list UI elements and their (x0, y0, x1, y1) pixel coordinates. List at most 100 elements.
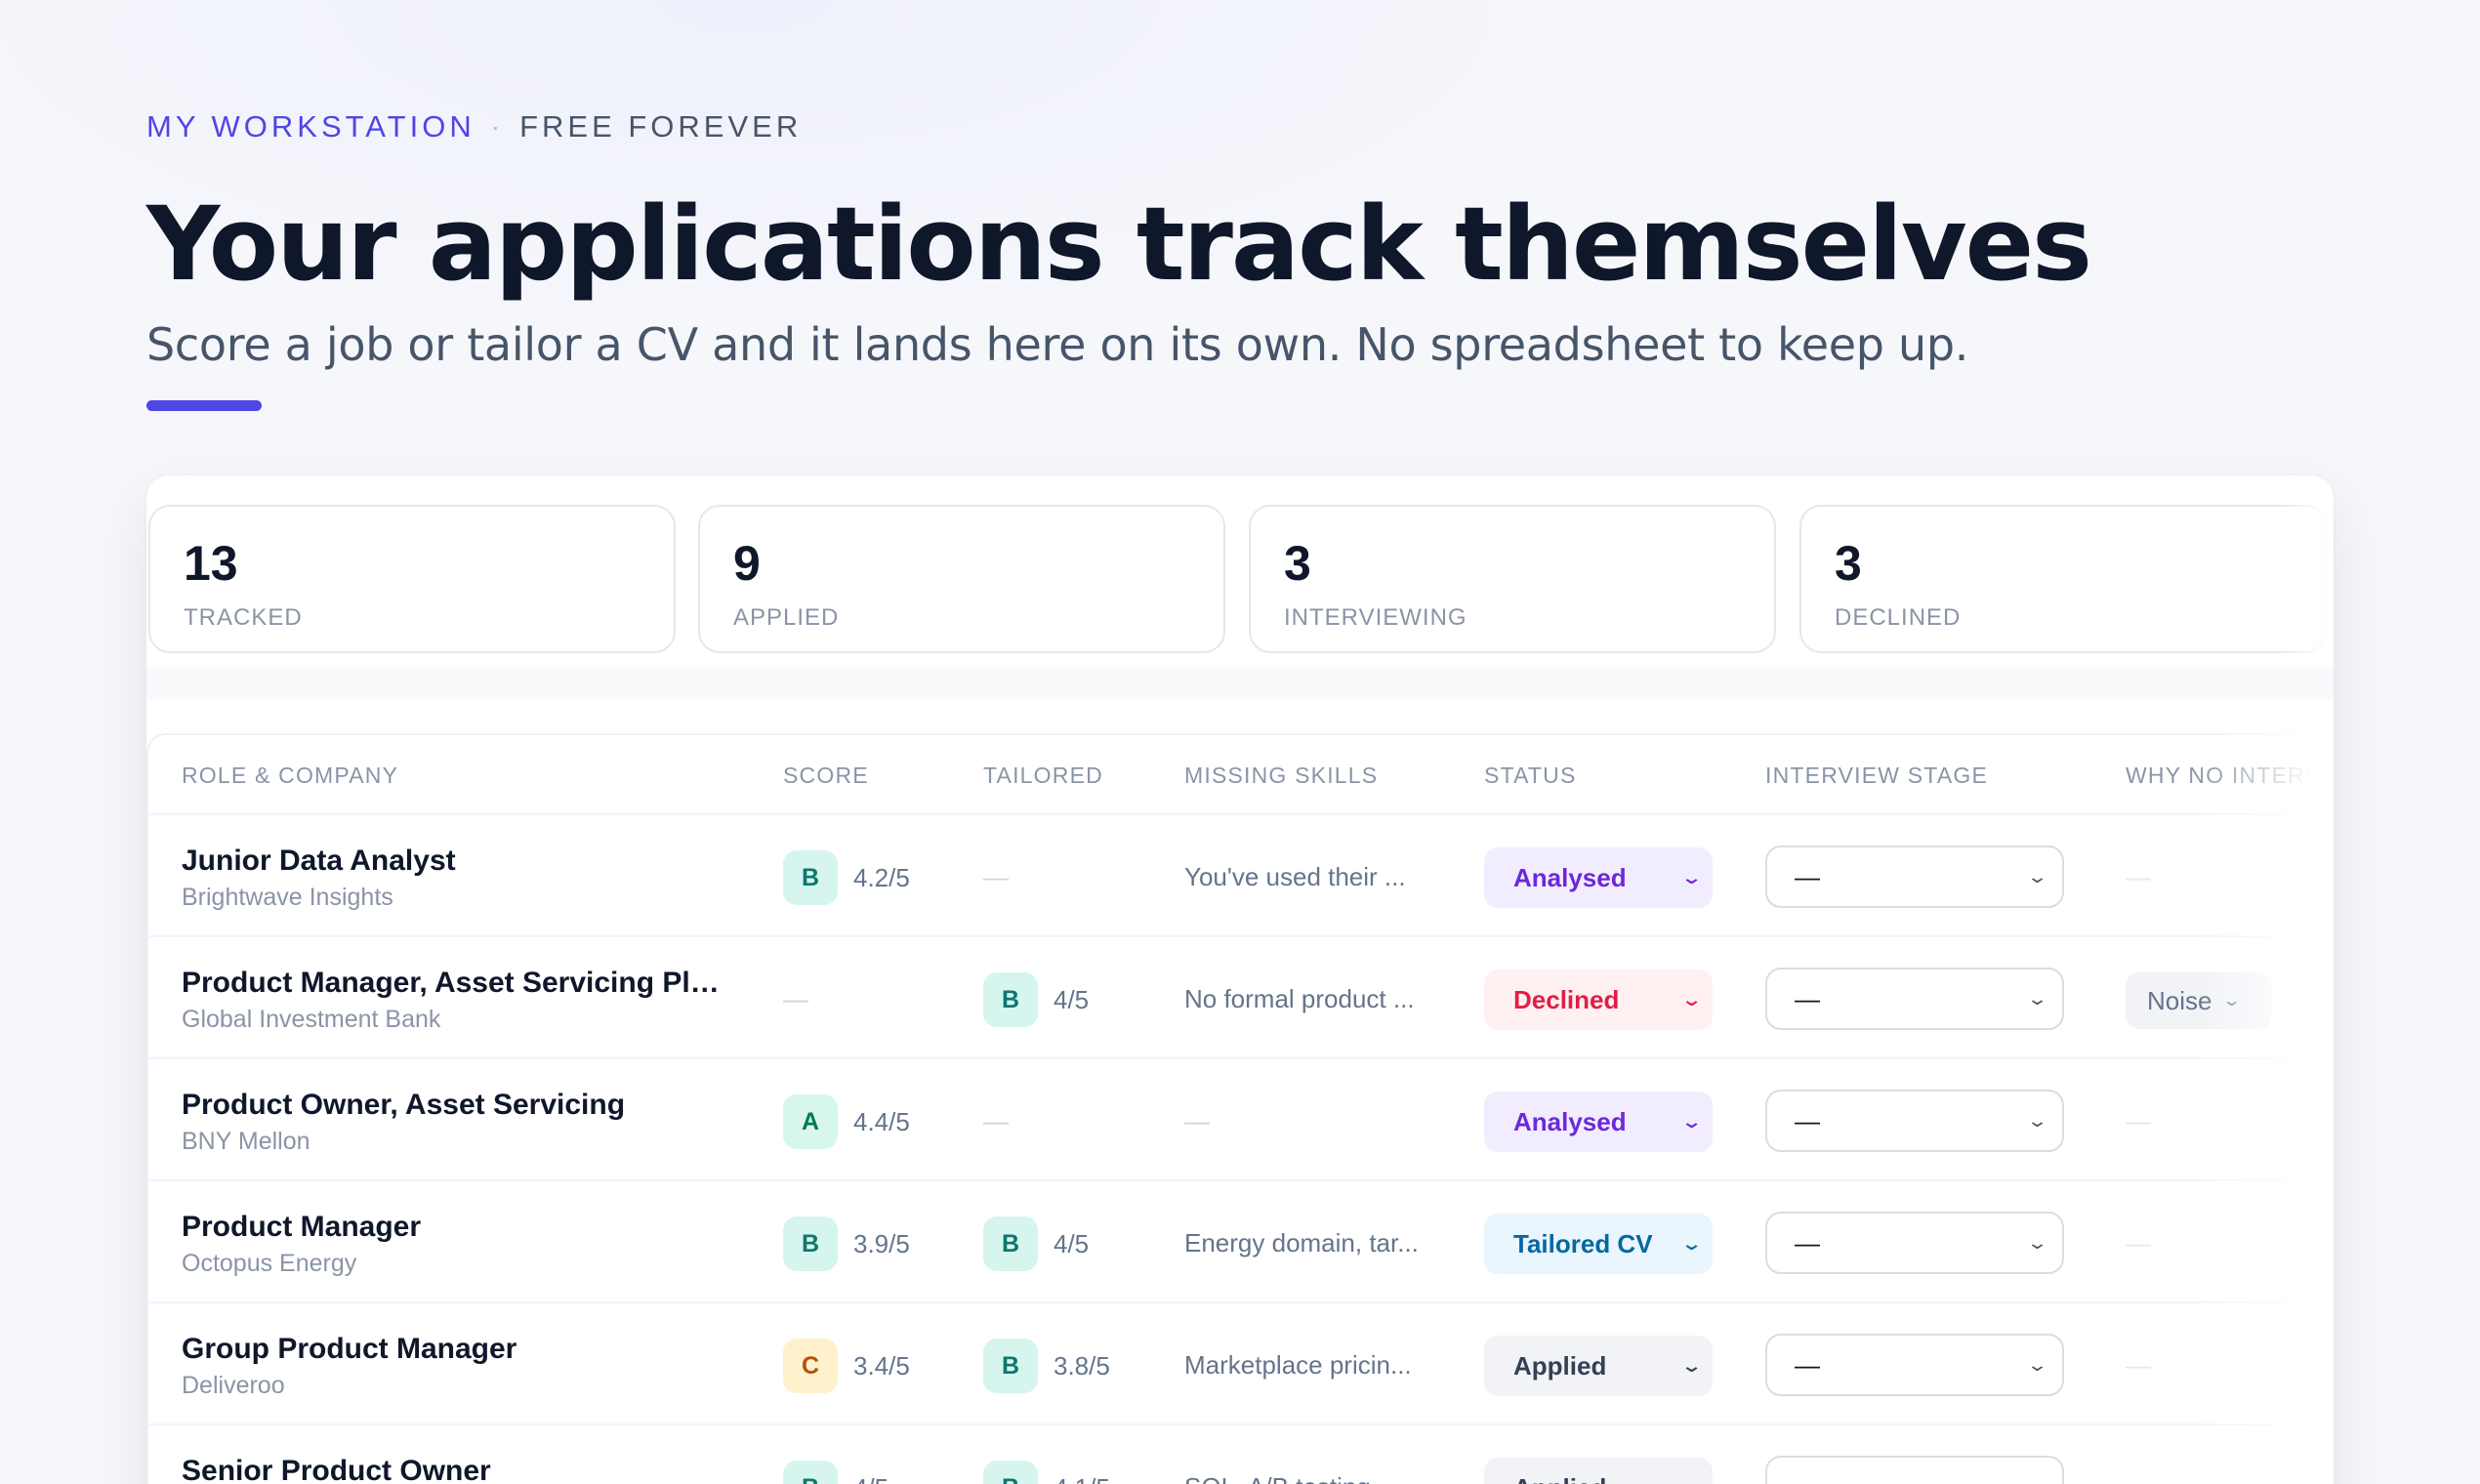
interview-stage-select[interactable]: —⌄ (1765, 968, 2064, 1030)
applications-table: ROLE & COMPANY SCORE TAILORED MISSING SK… (146, 733, 2334, 1484)
stat-label: APPLIED (733, 604, 840, 631)
stat-value: 9 (733, 536, 761, 591)
why-no-interview-empty: — (2126, 862, 2151, 891)
status-dropdown[interactable]: Declined ⌄ (1484, 969, 1713, 1030)
chevron-down-icon: ⌄ (1680, 1478, 1703, 1484)
header-role[interactable]: ROLE & COMPANY (182, 763, 398, 789)
stat-value: 3 (1835, 536, 1862, 591)
score-value: 4.2/5 (853, 862, 910, 892)
score-value: 4/5 (853, 1473, 889, 1484)
status-dropdown[interactable]: Applied ⌄ (1484, 1458, 1713, 1484)
tailored-value: 4/5 (1054, 1228, 1090, 1258)
table-row[interactable]: Product Owner, Asset Servicing BNY Mellon… (146, 1059, 2334, 1181)
table-row[interactable]: Group Product Manager Deliveroo C 3.4/5 B 3.8… (146, 1303, 2334, 1425)
role-cell[interactable]: Senior Product Owner (182, 1455, 728, 1484)
status-dropdown[interactable]: Tailored CV ⌄ (1484, 1214, 1713, 1274)
tailored-grade-badge: B (983, 1216, 1038, 1271)
missing-skills: Marketplace pricin... (1184, 1350, 1412, 1380)
header-score[interactable]: SCORE (783, 763, 869, 789)
company-name: Global Investment Bank (182, 1006, 441, 1033)
chevron-down-icon: ⌄ (2026, 1354, 2048, 1375)
eyebrow-separator: · (490, 111, 505, 142)
table-row[interactable]: Senior Product Owner B 4/5 B 4.1/5 SQL, A/B t… (146, 1425, 2334, 1484)
status-label: Applied (1513, 1473, 1606, 1484)
interview-stage-value: — (1795, 1349, 1820, 1380)
interview-stage-select[interactable]: —⌄ (1765, 1212, 2064, 1274)
score-value: 4.4/5 (853, 1106, 910, 1136)
role-title[interactable]: Product Owner, Asset Servicing (182, 1089, 728, 1122)
interview-stage-value: — (1795, 983, 1820, 1013)
role-title[interactable]: Junior Data Analyst (182, 845, 728, 878)
company-name: Deliveroo (182, 1372, 285, 1399)
status-label: Applied (1513, 1350, 1607, 1381)
header-interview-stage[interactable]: INTERVIEW STAGE (1765, 763, 1988, 789)
chevron-down-icon: ⌄ (2026, 988, 2048, 1009)
company-name: Octopus Energy (182, 1250, 357, 1277)
stat-value: 13 (184, 536, 238, 591)
why-no-interview-empty: — (2126, 1472, 2151, 1484)
role-title[interactable]: Senior Product Owner (182, 1455, 728, 1484)
status-label: Analysed (1513, 1106, 1627, 1136)
score-grade-badge: B (783, 1216, 838, 1271)
score-cell: B 3.9/5 (783, 1216, 910, 1271)
stat-card-applied: 9 APPLIED (698, 505, 1225, 653)
header-tailored[interactable]: TAILORED (983, 763, 1103, 789)
missing-skills: SQL, A/B testing (1184, 1472, 1371, 1484)
company-name: Brightwave Insights (182, 884, 393, 911)
interview-stage-select[interactable]: —⌄ (1765, 1090, 2064, 1152)
stats-fade (2275, 505, 2334, 653)
eyebrow-secondary: FREE FOREVER (519, 109, 803, 144)
role-cell[interactable]: Junior Data Analyst Brightwave Insights (182, 845, 728, 912)
missing-skills: You've used their ... (1184, 862, 1406, 891)
score-cell: B 4/5 (783, 1461, 889, 1484)
role-title[interactable]: Group Product Manager (182, 1333, 728, 1366)
why-no-interview-empty: — (2126, 1350, 2151, 1380)
tailored-empty: — (983, 1106, 1009, 1135)
stat-card-tracked: 13 TRACKED (148, 505, 676, 653)
interview-stage-value: — (1795, 1472, 1820, 1484)
tailored-grade-badge: B (983, 1461, 1038, 1484)
interview-stage-select[interactable]: —⌄ (1765, 1456, 2064, 1484)
why-no-interview-empty: — (2126, 1228, 2151, 1257)
table-row[interactable]: Product Manager, Asset Servicing Pla... G… (146, 937, 2334, 1059)
role-cell[interactable]: Product Manager Octopus Energy (182, 1211, 728, 1278)
role-title[interactable]: Product Manager, Asset Servicing Pla... (182, 967, 728, 1000)
table-row[interactable]: Junior Data Analyst Brightwave Insights B 4… (146, 815, 2334, 937)
status-label: Declined (1513, 984, 1620, 1014)
tailored-cell: B 4/5 (983, 1216, 1089, 1271)
table-row[interactable]: Product Manager Octopus Energy B 3.9/5 B 4/5 E… (146, 1181, 2334, 1303)
chevron-down-icon: ⌄ (1680, 1111, 1703, 1132)
company-name: BNY Mellon (182, 1128, 310, 1155)
role-cell[interactable]: Group Product Manager Deliveroo (182, 1333, 728, 1400)
chevron-down-icon: ⌄ (1680, 867, 1703, 887)
role-cell[interactable]: Product Manager, Asset Servicing Pla... G… (182, 967, 728, 1034)
tailored-value: 4/5 (1054, 984, 1090, 1014)
score-cell: A 4.4/5 (783, 1094, 910, 1149)
score-grade-badge: B (783, 850, 838, 905)
stat-card-declined: 3 DECLINED (1799, 505, 2327, 653)
stat-label: TRACKED (184, 604, 303, 631)
stat-card-interviewing: 3 INTERVIEWING (1249, 505, 1776, 653)
page-title: Your applications track themselves (146, 185, 2092, 304)
header-status[interactable]: STATUS (1484, 763, 1577, 789)
score-value: 3.9/5 (853, 1228, 910, 1258)
interview-stage-select[interactable]: —⌄ (1765, 845, 2064, 908)
interview-stage-select[interactable]: —⌄ (1765, 1334, 2064, 1396)
applications-panel: 13 TRACKED 9 APPLIED 3 INTERVIEWING 3 DE… (146, 475, 2334, 1484)
status-dropdown[interactable]: Analysed ⌄ (1484, 1092, 1713, 1152)
role-title[interactable]: Product Manager (182, 1211, 728, 1244)
status-dropdown[interactable]: Applied ⌄ (1484, 1336, 1713, 1396)
status-label: Tailored CV (1513, 1228, 1653, 1258)
role-cell[interactable]: Product Owner, Asset Servicing BNY Mellon (182, 1089, 728, 1156)
tailored-cell: B 4.1/5 (983, 1461, 1110, 1484)
chevron-down-icon: ⌄ (2026, 1110, 2048, 1131)
status-dropdown[interactable]: Analysed ⌄ (1484, 847, 1713, 908)
score-value: 3.4/5 (853, 1350, 910, 1381)
page-subtitle: Score a job or tailor a CV and it lands … (146, 318, 1969, 371)
score-cell: B 4.2/5 (783, 850, 910, 905)
score-grade-badge: B (783, 1461, 838, 1484)
tailored-cell: B 3.8/5 (983, 1339, 1110, 1393)
header-missing-skills[interactable]: MISSING SKILLS (1184, 763, 1378, 789)
missing-skills-empty: — (1184, 1106, 1210, 1135)
table-fade (2197, 733, 2334, 1484)
